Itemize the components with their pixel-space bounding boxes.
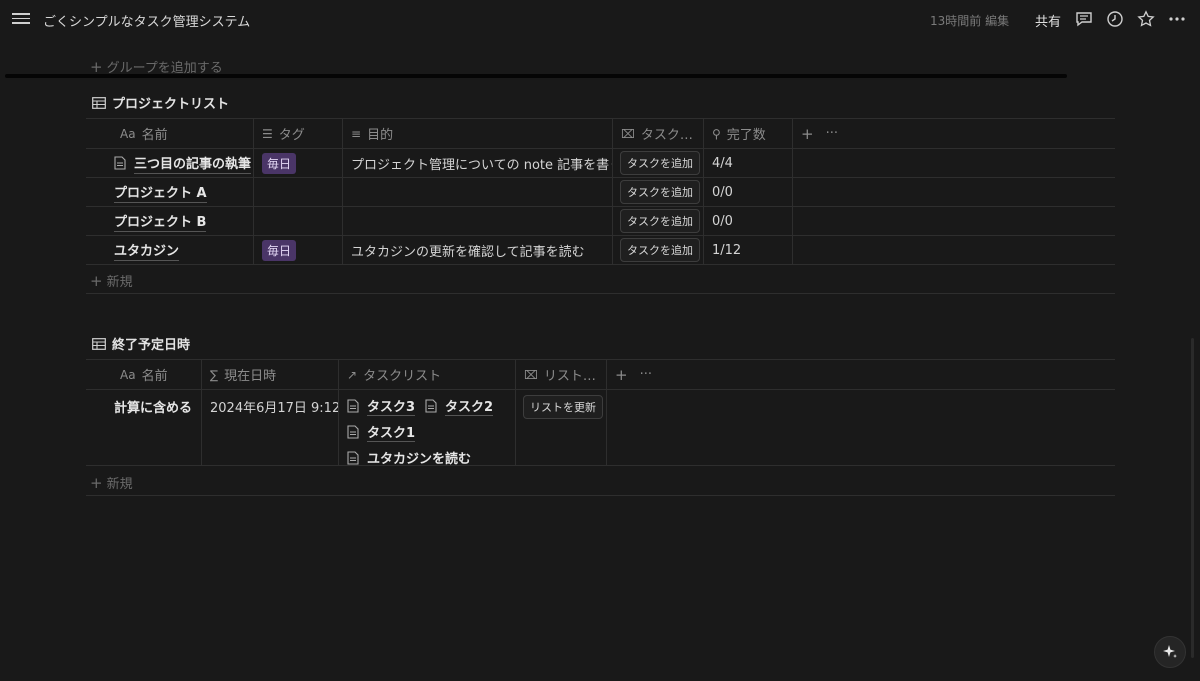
row-name[interactable]: 計算に含める xyxy=(86,390,202,465)
sparkle-icon xyxy=(1163,645,1177,658)
plus-icon: + xyxy=(90,272,103,290)
row-name[interactable]: プロジェクト B xyxy=(86,207,254,235)
row-purpose[interactable] xyxy=(343,178,613,206)
horizontal-scrollbar[interactable] xyxy=(5,74,1067,78)
button-icon: ⌧ xyxy=(621,126,635,141)
row-purpose[interactable]: ユタカジンの更新を確認して記事を読む xyxy=(343,236,613,264)
table-row: プロジェクト A タスクを追加 0/0 xyxy=(86,177,1115,206)
table-icon xyxy=(92,337,106,350)
add-task-button[interactable]: タスクを追加 xyxy=(620,238,700,262)
plus-icon: + xyxy=(615,365,628,384)
menu-icon[interactable] xyxy=(12,10,30,28)
task-links-line: タスク1 xyxy=(347,422,425,442)
comment-icon[interactable] xyxy=(1075,10,1093,28)
column-name[interactable]: Aa 名前 xyxy=(86,360,202,389)
task-link[interactable]: ユタカジンを読む xyxy=(347,448,471,465)
task-links-line: ユタカジンを読む xyxy=(347,448,481,465)
column-tag[interactable]: ☰ タグ xyxy=(254,119,343,148)
row-purpose[interactable]: プロジェクト管理についての note 記事を書く xyxy=(343,149,613,177)
table-header: Aa 名前 ☰ タグ ≡ 目的 ⌧ タスク… ⚲ 完了数 + ··· xyxy=(86,118,1115,148)
update-list-button[interactable]: リストを更新 xyxy=(523,395,603,419)
add-task-button[interactable]: タスクを追加 xyxy=(620,209,700,233)
search-icon: ⚲ xyxy=(712,126,721,141)
column-done[interactable]: ⚲ 完了数 xyxy=(704,119,793,148)
page-icon xyxy=(347,399,359,413)
table-row: 三つ目の記事の執筆 毎日 プロジェクト管理についての note 記事を書く タス… xyxy=(86,148,1115,177)
add-column-button[interactable]: + ··· xyxy=(793,119,873,148)
page-title: ごくシンプルなタスク管理システム xyxy=(43,15,251,30)
more-icon[interactable] xyxy=(1168,10,1186,28)
add-task-button[interactable]: タスクを追加 xyxy=(620,151,700,175)
column-tasklist[interactable]: ↗ タスクリスト xyxy=(339,360,516,389)
table-row: プロジェクト B タスクを追加 0/0 xyxy=(86,206,1115,235)
button-icon: ⌧ xyxy=(524,367,538,382)
add-task-button[interactable]: タスクを追加 xyxy=(620,180,700,204)
table-header: Aa 名前 ∑ 現在日時 ↗ タスクリスト ⌧ リスト… + ··· xyxy=(86,359,1115,389)
column-task[interactable]: ⌧ タスク… xyxy=(613,119,704,148)
row-now: 2024年6月17日 9:12 xyxy=(202,390,339,465)
more-icon[interactable]: ··· xyxy=(640,367,652,382)
table-row: 計算に含める 2024年6月17日 9:12 タスク3 タスク2 タスク1 ユタ… xyxy=(86,389,1115,466)
new-row-button[interactable]: + 新規 xyxy=(90,271,133,290)
edited-timestamp: 13時間前 編集 xyxy=(930,14,1010,28)
column-purpose[interactable]: ≡ 目的 xyxy=(343,119,613,148)
row-name[interactable]: プロジェクト A xyxy=(86,178,254,206)
top-bar: ごくシンプルなタスク管理システム 13時間前 編集 共有 xyxy=(0,0,1200,40)
tag-badge: 毎日 xyxy=(262,152,297,174)
row-task-cell: タスクを追加 xyxy=(613,178,704,206)
text-icon: ≡ xyxy=(351,126,362,141)
star-icon[interactable] xyxy=(1137,10,1155,28)
row-name[interactable]: 三つ目の記事の執筆 xyxy=(86,149,254,177)
schedule-title: 終了予定日時 xyxy=(92,334,190,353)
row-task-cell: タスクを追加 xyxy=(613,149,704,177)
task-link[interactable]: タスク3 xyxy=(347,396,416,416)
row-task-cell: タスクを追加 xyxy=(613,236,704,264)
row-done: 1/12 xyxy=(704,236,793,264)
row-tag[interactable]: 毎日 xyxy=(254,236,343,264)
vertical-scrollbar[interactable] xyxy=(1191,338,1194,658)
divider xyxy=(86,293,1115,294)
ai-sparkle-button[interactable] xyxy=(1154,636,1186,668)
row-tasklist[interactable]: タスク3 タスク2 タスク1 ユタカジンを読む xyxy=(339,390,516,465)
page-icon xyxy=(347,425,359,439)
row-done: 0/0 xyxy=(704,178,793,206)
page-icon xyxy=(347,451,359,465)
relation-icon: ↗ xyxy=(347,367,358,382)
row-task-cell: タスクを追加 xyxy=(613,207,704,235)
project-list-title: プロジェクトリスト xyxy=(92,93,229,112)
task-links-line: タスク3 タスク2 xyxy=(347,396,503,416)
page-icon xyxy=(114,156,126,170)
task-link[interactable]: タスク2 xyxy=(425,396,494,416)
column-name[interactable]: Aa 名前 xyxy=(86,119,254,148)
table-icon xyxy=(92,96,106,109)
divider xyxy=(86,495,1115,496)
add-column-button[interactable]: + ··· xyxy=(607,360,687,389)
history-icon[interactable] xyxy=(1106,10,1124,28)
column-now[interactable]: ∑ 現在日時 xyxy=(202,360,339,389)
row-tag[interactable]: 毎日 xyxy=(254,149,343,177)
row-name[interactable]: ユタカジン xyxy=(86,236,254,264)
more-icon[interactable]: ··· xyxy=(826,126,838,141)
tag-badge: 毎日 xyxy=(262,239,297,261)
table-row: ユタカジン 毎日 ユタカジンの更新を確認して記事を読む タスクを追加 1/12 xyxy=(86,235,1115,265)
share-button[interactable]: 共有 xyxy=(1035,11,1061,30)
list-icon: ☰ xyxy=(262,126,273,141)
plus-icon: + xyxy=(90,474,103,492)
row-tag[interactable] xyxy=(254,178,343,206)
formula-icon: ∑ xyxy=(210,367,219,382)
column-list[interactable]: ⌧ リスト… xyxy=(516,360,607,389)
page-icon xyxy=(425,399,437,413)
plus-icon: + xyxy=(801,124,814,143)
task-link[interactable]: タスク1 xyxy=(347,422,416,442)
row-done: 0/0 xyxy=(704,207,793,235)
row-tag[interactable] xyxy=(254,207,343,235)
row-purpose[interactable] xyxy=(343,207,613,235)
row-done: 4/4 xyxy=(704,149,793,177)
row-list-cell: リストを更新 xyxy=(516,390,607,465)
new-row-button[interactable]: + 新規 xyxy=(90,473,133,492)
